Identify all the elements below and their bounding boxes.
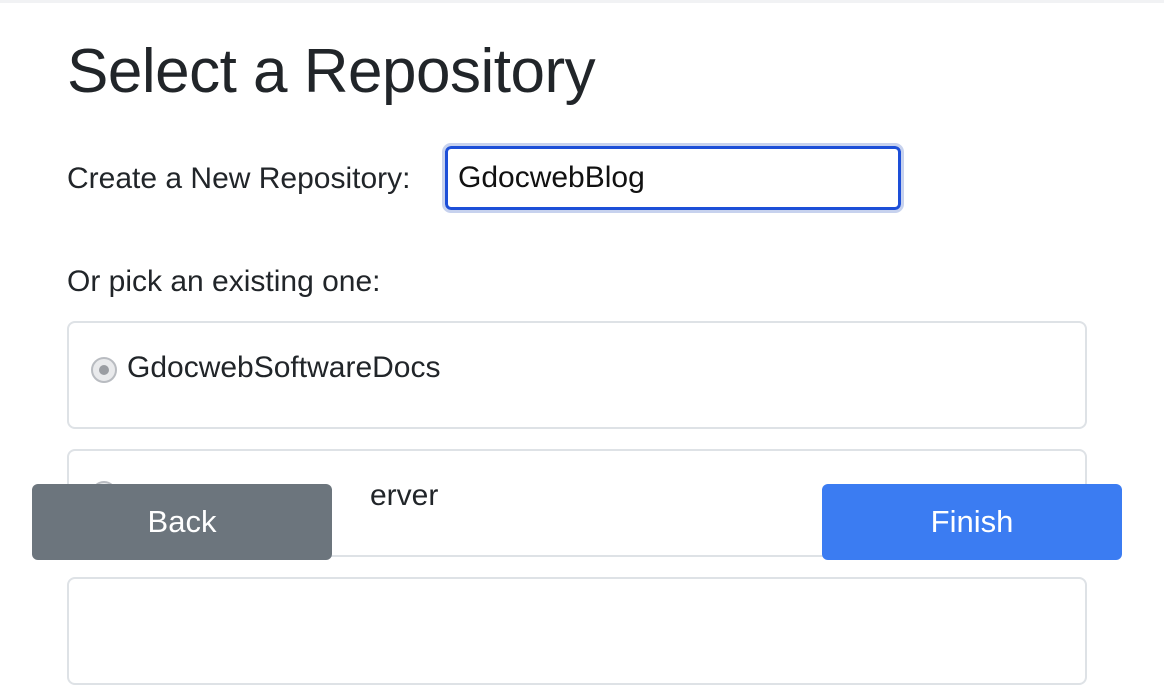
- top-divider: [0, 0, 1164, 3]
- new-repository-label: Create a New Repository:: [67, 162, 411, 195]
- repo-option-label: GdocwebSoftwareDocs: [127, 351, 441, 384]
- repo-radio-button[interactable]: [91, 357, 117, 383]
- repo-option-card[interactable]: GdocwebSoftwareDocs: [67, 321, 1087, 429]
- back-button[interactable]: Back: [32, 484, 332, 560]
- finish-button[interactable]: Finish: [822, 484, 1122, 560]
- page-title: Select a Repository: [67, 37, 596, 106]
- repo-option-label: erver: [370, 479, 439, 512]
- existing-repository-label: Or pick an existing one:: [67, 265, 381, 298]
- radio-selected-dot: [99, 365, 109, 375]
- new-repository-input[interactable]: [442, 143, 904, 213]
- repo-option-card[interactable]: [67, 577, 1087, 685]
